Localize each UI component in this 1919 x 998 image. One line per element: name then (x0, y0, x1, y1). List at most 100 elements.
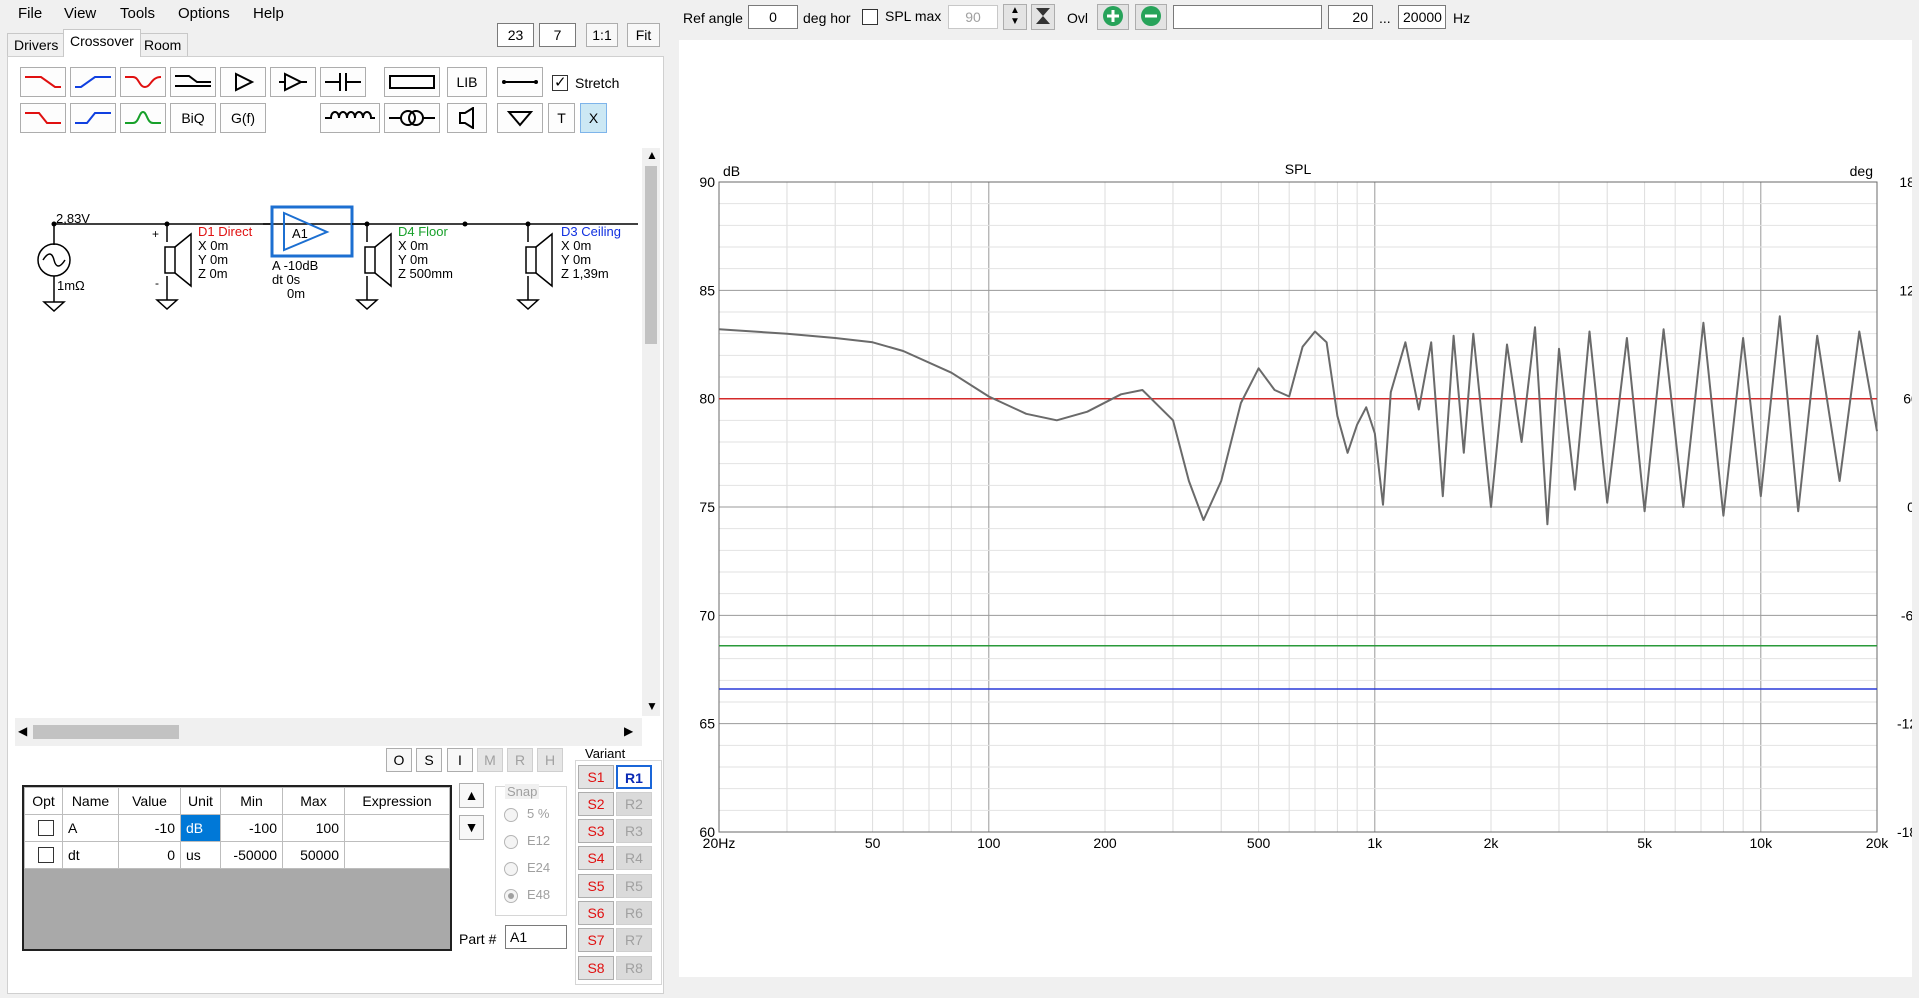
scroll-thumb[interactable] (33, 725, 179, 739)
overlay-name-input[interactable] (1173, 5, 1322, 29)
spl-max-spinner[interactable]: ▲ ▼ (1003, 4, 1027, 30)
variant-s7-button[interactable]: S7 (578, 928, 614, 952)
mode-i-button[interactable]: I (447, 748, 473, 772)
mode-m-button[interactable]: M (477, 748, 503, 772)
menu-help[interactable]: Help (253, 5, 284, 22)
opt-cell[interactable] (24, 841, 63, 869)
schematic-canvas[interactable]: 2,83V 1mΩ + - D1 Direct X 0m Y 0m Z 0m A… (15, 148, 642, 716)
variant-r8-button[interactable]: R8 (616, 956, 652, 980)
lowpass-tool[interactable] (20, 67, 66, 97)
variant-s3-button[interactable]: S3 (578, 819, 614, 843)
variant-s6-button[interactable]: S6 (578, 901, 614, 925)
menu-file[interactable]: File (18, 5, 42, 22)
value-cell[interactable]: 0 (118, 841, 181, 869)
spl-graph-panel[interactable]: SPLdBdeg90858075706560180120600-60-120-1… (679, 40, 1919, 977)
amplifier-tool[interactable] (220, 67, 266, 97)
min-cell[interactable]: -50000 (220, 841, 283, 869)
variant-s4-button[interactable]: S4 (578, 846, 614, 870)
amp-label[interactable]: A1 (292, 226, 308, 241)
mode-h-button[interactable]: H (537, 748, 563, 772)
notch-tool[interactable] (120, 67, 166, 97)
x-tool[interactable]: X (580, 103, 607, 133)
move-up-button[interactable]: ▲ (459, 783, 484, 808)
snap-e12-radio[interactable] (504, 835, 518, 849)
value-box-2[interactable]: 7 (539, 23, 576, 47)
d3-name[interactable]: D3 Ceiling (561, 224, 621, 239)
schematic-vertical-scrollbar[interactable]: ▲ ▼ (642, 148, 660, 716)
expression-cell[interactable] (344, 814, 450, 842)
scroll-right-icon[interactable]: ▶ (624, 724, 633, 738)
menu-options[interactable]: Options (178, 5, 230, 22)
opt-cell[interactable] (24, 814, 63, 842)
part-number-input[interactable]: A1 (505, 925, 567, 949)
add-overlay-button[interactable] (1097, 4, 1129, 30)
snap-5-radio[interactable] (504, 808, 518, 822)
text-tool[interactable]: T (548, 103, 575, 133)
value-cell[interactable]: -10 (118, 814, 181, 842)
mode-s-button[interactable]: S (416, 748, 442, 772)
snap-e24-radio[interactable] (504, 862, 518, 876)
scroll-up-icon[interactable]: ▲ (646, 148, 658, 162)
variant-r6-button[interactable]: R6 (616, 901, 652, 925)
value-box-1[interactable]: 23 (497, 23, 534, 47)
variant-s5-button[interactable]: S5 (578, 874, 614, 898)
capacitor-tool[interactable] (320, 67, 366, 97)
tab-drivers[interactable]: Drivers (7, 33, 66, 56)
move-down-button[interactable]: ▼ (459, 815, 484, 840)
menu-view[interactable]: View (64, 5, 96, 22)
min-cell[interactable]: -100 (220, 814, 283, 842)
max-cell[interactable]: 100 (282, 814, 345, 842)
max-cell[interactable]: 50000 (282, 841, 345, 869)
fit-button[interactable]: Fit (627, 23, 660, 47)
variant-r3-button[interactable]: R3 (616, 819, 652, 843)
d1-name[interactable]: D1 Direct (198, 224, 252, 239)
spl-max-checkbox[interactable] (862, 9, 878, 25)
variant-s2-button[interactable]: S2 (578, 792, 614, 816)
speaker-tool[interactable] (447, 103, 487, 133)
variant-s1-button[interactable]: S1 (578, 765, 614, 789)
mode-r-button[interactable]: R (507, 748, 533, 772)
lowpass2-tool[interactable] (20, 103, 66, 133)
resistor-tool[interactable] (384, 67, 440, 97)
ref-angle-input[interactable]: 0 (748, 5, 798, 29)
d4-name[interactable]: D4 Floor (398, 224, 448, 239)
menu-tools[interactable]: Tools (120, 5, 155, 22)
spl-max-range-button[interactable] (1031, 4, 1055, 30)
table-row[interactable]: A -10 dB -100 100 (24, 814, 450, 842)
bandpass-tool[interactable] (120, 103, 166, 133)
freq-min-input[interactable]: 20 (1328, 5, 1373, 29)
freq-max-input[interactable]: 20000 (1398, 5, 1446, 29)
highpass2-tool[interactable] (70, 103, 116, 133)
spl-max-input[interactable]: 90 (948, 5, 998, 29)
schematic-horizontal-scrollbar[interactable]: ◀ ▶ (15, 718, 642, 746)
tab-room[interactable]: Room (137, 33, 189, 56)
wire-tool[interactable] (497, 67, 543, 97)
snap-e48-radio[interactable] (504, 889, 518, 903)
opt-checkbox[interactable] (38, 847, 54, 863)
tab-crossover[interactable]: Crossover (63, 29, 141, 57)
variant-r1-button[interactable]: R1 (616, 765, 652, 789)
variant-s8-button[interactable]: S8 (578, 956, 614, 980)
unit-cell[interactable]: dB (180, 814, 221, 842)
highpass-tool[interactable] (70, 67, 116, 97)
inductor-tool[interactable] (320, 103, 380, 133)
scroll-thumb[interactable] (645, 166, 657, 344)
biquad-button[interactable]: BiQ (170, 103, 216, 133)
ground-tool[interactable] (497, 103, 543, 133)
transfer-function-button[interactable]: G(f) (220, 103, 266, 133)
scroll-left-icon[interactable]: ◀ (18, 724, 27, 738)
variant-r4-button[interactable]: R4 (616, 846, 652, 870)
stretch-checkbox[interactable] (552, 73, 568, 91)
table-row[interactable]: dt 0 us -50000 50000 (24, 841, 450, 869)
unit-cell[interactable]: us (180, 841, 221, 869)
expression-cell[interactable] (344, 841, 450, 869)
library-button[interactable]: LIB (447, 67, 487, 97)
buffer-tool[interactable] (270, 67, 316, 97)
mode-o-button[interactable]: O (386, 748, 412, 772)
remove-overlay-button[interactable] (1135, 4, 1167, 30)
variant-r7-button[interactable]: R7 (616, 928, 652, 952)
scroll-down-icon[interactable]: ▼ (646, 699, 658, 713)
opt-checkbox[interactable] (38, 820, 54, 836)
spl-chart[interactable]: SPLdBdeg90858075706560180120600-60-120-1… (679, 40, 1919, 977)
transformer-tool[interactable] (384, 103, 440, 133)
